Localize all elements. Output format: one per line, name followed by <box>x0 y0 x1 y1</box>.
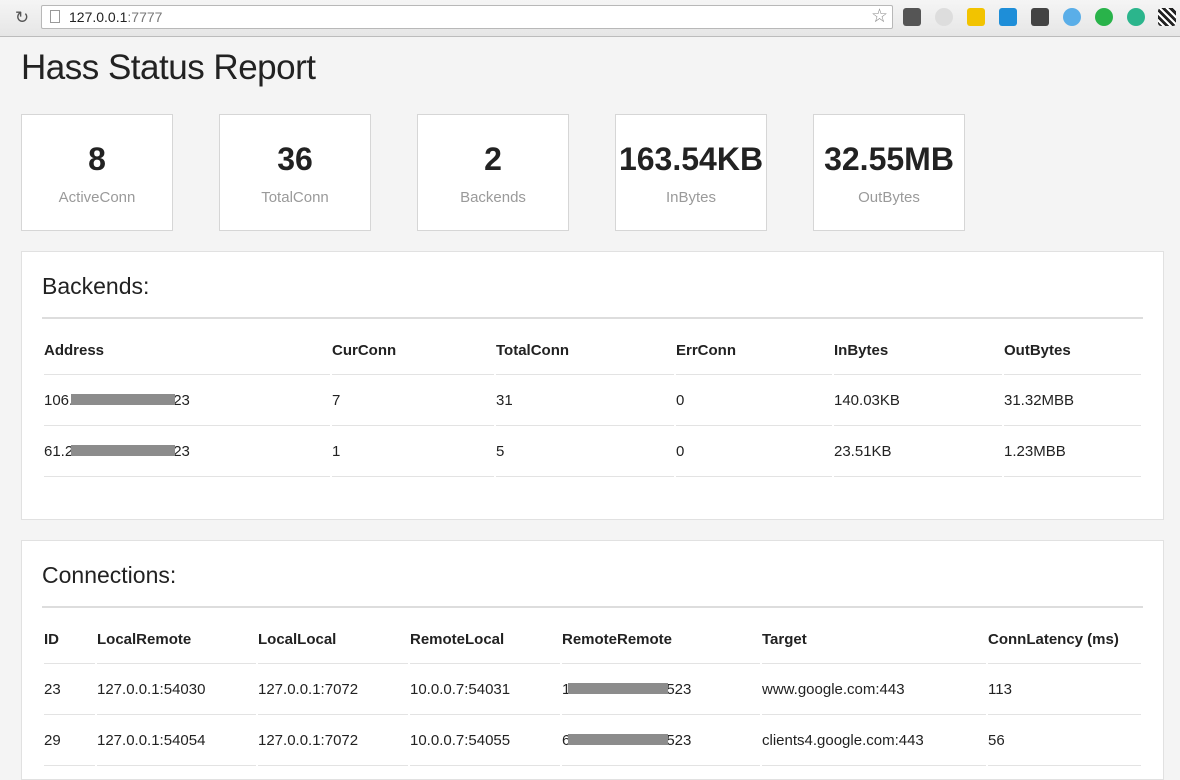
cell: 113 <box>988 664 1141 715</box>
stat-label: ActiveConn <box>58 189 136 206</box>
remote-remote-cell: 6 523 <box>562 715 760 766</box>
cell: 0 <box>676 426 832 477</box>
cell: clients4.google.com:443 <box>762 715 986 766</box>
page-icon <box>50 10 60 23</box>
col-header: TotalConn <box>496 326 674 375</box>
dictionary-icon[interactable] <box>1031 8 1049 26</box>
browser-toolbar: ↻ 127.0.0.1:7777 ☆ <box>0 0 1180 37</box>
col-header: LocalRemote <box>97 615 256 664</box>
col-header: LocalLocal <box>258 615 408 664</box>
vimium-icon[interactable] <box>1063 8 1081 26</box>
page-content: Hass Status Report 8 ActiveConn 36 Total… <box>0 37 1180 780</box>
redacted-block <box>568 734 669 746</box>
backend-address: 61.2 23 <box>44 426 330 477</box>
url-host: 127.0.0.1 <box>69 9 128 25</box>
stat-label: TotalConn <box>261 189 329 206</box>
connections-title: Connections: <box>42 562 177 588</box>
divider <box>42 606 1143 608</box>
cell: 127.0.0.1:7072 <box>258 715 408 766</box>
stat-value: 36 <box>277 141 313 177</box>
cell: 31 <box>496 375 674 426</box>
stat-label: InBytes <box>665 189 717 206</box>
stat-label: OutBytes <box>858 189 920 206</box>
stat-backends: 2 Backends <box>417 114 569 231</box>
page-title: Hass Status Report <box>21 48 316 87</box>
address-suffix: 23 <box>173 391 190 409</box>
stat-value: 32.55MB <box>824 141 954 177</box>
col-header: Target <box>762 615 986 664</box>
col-header: Address <box>44 326 330 375</box>
backends-title: Backends: <box>42 273 150 299</box>
table-row: 61.2 23 1 5 0 23.51KB 1.23MBB <box>44 426 1141 477</box>
reload-icon[interactable]: ↻ <box>12 8 32 28</box>
stat-in-bytes: 163.54KB InBytes <box>615 114 767 231</box>
cell: 1 <box>332 426 494 477</box>
notes-icon[interactable] <box>967 8 985 26</box>
cell: 29 <box>44 715 95 766</box>
qr-code-icon[interactable] <box>1158 8 1176 26</box>
table-header-row: ID LocalRemote LocalLocal RemoteLocal Re… <box>44 615 1141 664</box>
col-header: ID <box>44 615 95 664</box>
cell: 1.23MBB <box>1004 426 1141 477</box>
stat-out-bytes: 32.55MB OutBytes <box>813 114 965 231</box>
cell: www.google.com:443 <box>762 664 986 715</box>
stat-label: Backends <box>460 189 526 206</box>
url-port: :7777 <box>127 9 163 25</box>
table-row: 106. 23 7 31 0 140.03KB 31.32MBB <box>44 375 1141 426</box>
table-row: 29 127.0.0.1:54054 127.0.0.1:7072 10.0.0… <box>44 715 1141 766</box>
redacted-block <box>71 394 176 406</box>
stat-value: 2 <box>484 141 502 177</box>
green-leaf-icon[interactable] <box>1095 8 1113 26</box>
backends-table: Address CurConn TotalConn ErrConn InByte… <box>42 326 1143 477</box>
address-suffix: 23 <box>173 442 190 460</box>
table-header-row: Address CurConn TotalConn ErrConn InByte… <box>44 326 1141 375</box>
address-bar[interactable]: 127.0.0.1:7777 ☆ <box>41 5 893 29</box>
cell: 31.32MBB <box>1004 375 1141 426</box>
connections-table: ID LocalRemote LocalLocal RemoteLocal Re… <box>42 615 1143 766</box>
cell: 0 <box>676 375 832 426</box>
remote-remote-cell: 1 523 <box>562 664 760 715</box>
col-header: CurConn <box>332 326 494 375</box>
table-row: 23 127.0.0.1:54030 127.0.0.1:7072 10.0.0… <box>44 664 1141 715</box>
stat-value: 8 <box>88 141 106 177</box>
cell: 127.0.0.1:54030 <box>97 664 256 715</box>
backends-panel: Backends: Address CurConn TotalConn ErrC… <box>21 251 1164 520</box>
stat-total-conn: 36 TotalConn <box>219 114 371 231</box>
sync-icon[interactable] <box>935 8 953 26</box>
cell: 23 <box>44 664 95 715</box>
xmarks-icon[interactable] <box>999 8 1017 26</box>
stat-active-conn: 8 ActiveConn <box>21 114 173 231</box>
col-header: OutBytes <box>1004 326 1141 375</box>
cell: 127.0.0.1:54054 <box>97 715 256 766</box>
address-prefix: 106. <box>44 391 74 409</box>
col-header: ConnLatency (ms) <box>988 615 1141 664</box>
cell: 10.0.0.7:54031 <box>410 664 560 715</box>
col-header: RemoteLocal <box>410 615 560 664</box>
cell: 140.03KB <box>834 375 1002 426</box>
cell: 56 <box>988 715 1141 766</box>
divider <box>42 317 1143 319</box>
redacted-block <box>568 683 669 695</box>
address-prefix: 61.2 <box>44 442 74 460</box>
connections-panel: Connections: ID LocalRemote LocalLocal R… <box>21 540 1164 780</box>
cell: 23.51KB <box>834 426 1002 477</box>
col-header: ErrConn <box>676 326 832 375</box>
backend-address: 106. 23 <box>44 375 330 426</box>
address-suffix: 523 <box>666 680 692 698</box>
cell: 127.0.0.1:7072 <box>258 664 408 715</box>
cell: 10.0.0.7:54055 <box>410 715 560 766</box>
bookmark-star-icon[interactable]: ☆ <box>871 6 888 28</box>
stat-value: 163.54KB <box>618 141 764 177</box>
col-header: InBytes <box>834 326 1002 375</box>
evernote-icon[interactable] <box>903 8 921 26</box>
globe-icon[interactable] <box>1127 8 1145 26</box>
redacted-block <box>71 445 176 457</box>
col-header: RemoteRemote <box>562 615 760 664</box>
cell: 5 <box>496 426 674 477</box>
address-suffix: 523 <box>666 731 692 749</box>
cell: 7 <box>332 375 494 426</box>
url-text: 127.0.0.1:7777 <box>69 9 162 25</box>
